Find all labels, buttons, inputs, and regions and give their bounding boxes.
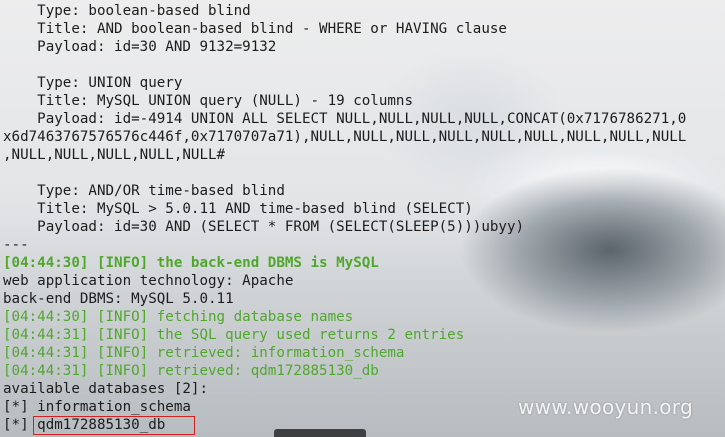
terminal-line: Title: MySQL UNION query (NULL) - 19 col… <box>3 93 413 109</box>
terminal-line: Type: AND/OR time-based blind <box>3 183 285 199</box>
watermark: www.wooyun.org <box>518 395 693 419</box>
terminal-line: Payload: id=30 AND 9132=9132 <box>3 39 277 55</box>
terminal-line: --- <box>3 237 29 253</box>
terminal-line: [04:44:31] [INFO] the SQL query used ret… <box>3 327 465 343</box>
terminal-window[interactable]: Type: boolean-based blind Title: AND boo… <box>0 0 725 437</box>
terminal-line: Payload: id=-4914 UNION ALL SELECT NULL,… <box>3 111 687 127</box>
terminal-line: [04:44:30] [INFO] fetching database name… <box>3 309 354 325</box>
terminal-line: back-end DBMS: MySQL 5.0.11 <box>3 291 234 307</box>
terminal-line: Payload: id=30 AND (SELECT * FROM (SELEC… <box>3 219 525 235</box>
scroll-tab-handle[interactable] <box>274 429 366 437</box>
terminal-line: ,NULL,NULL,NULL,NULL,NULL# <box>3 147 226 163</box>
terminal-line: web application technology: Apache <box>3 273 294 289</box>
terminal-line: x6d7463767576576c446f,0x7170707a71),NULL… <box>3 129 687 145</box>
terminal-line: Type: boolean-based blind <box>3 3 251 19</box>
terminal-output: Type: boolean-based blind Title: AND boo… <box>3 2 725 434</box>
terminal-line: Type: UNION query <box>3 75 183 91</box>
terminal-line: Title: AND boolean-based blind - WHERE o… <box>3 21 507 37</box>
terminal-line: Title: MySQL > 5.0.11 AND time-based bli… <box>3 201 473 217</box>
terminal-line: [04:44:31] [INFO] retrieved: information… <box>3 345 405 361</box>
database-highlight-box <box>33 416 195 435</box>
terminal-line: [04:44:31] [INFO] retrieved: qdm17288513… <box>3 363 379 379</box>
terminal-line: [04:44:30] [INFO] the back-end DBMS is M… <box>3 255 379 271</box>
